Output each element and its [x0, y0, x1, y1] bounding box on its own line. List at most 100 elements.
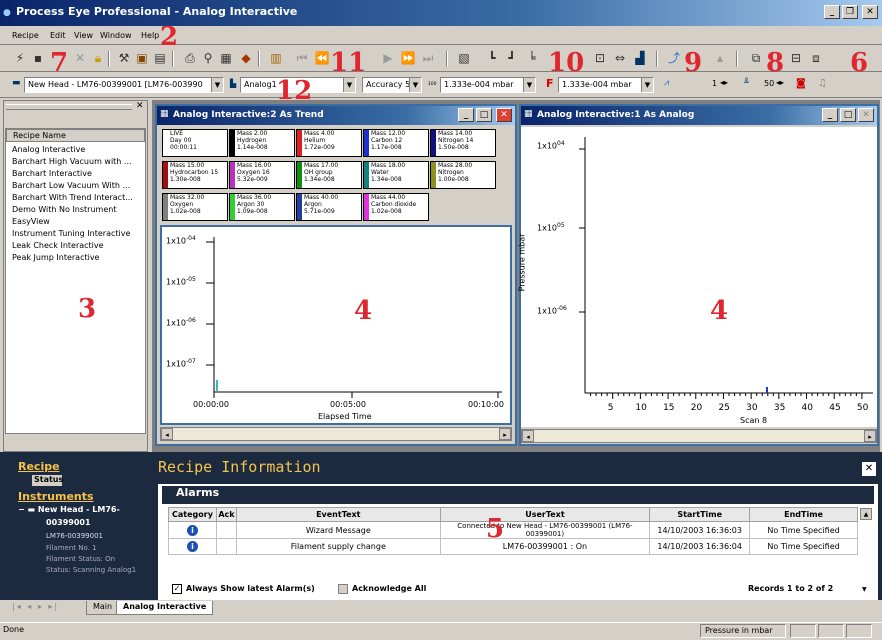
nav-head-item[interactable]: − ▬ New Head - LM76- — [18, 505, 120, 514]
pressure-select-2[interactable]: 1.333e-004 mbar ▼ — [558, 77, 654, 93]
recipe-item[interactable]: Barchart Interactive — [12, 169, 92, 178]
arrange-icon[interactable]: ⧈ — [808, 50, 824, 66]
tab-analog-interactive[interactable]: Analog Interactive — [116, 601, 214, 615]
col-eventtext[interactable]: EventText — [235, 507, 441, 522]
recipe-item[interactable]: Leak Check Interactive — [12, 241, 104, 250]
scroll-up-icon[interactable]: ▲ — [860, 508, 872, 520]
instrument-icon[interactable]: ▣ — [134, 50, 150, 66]
legend-box[interactable]: Mass 28.00 Nitrogen 1.00e-008 — [430, 161, 496, 189]
save-icon[interactable]: ▪ — [30, 50, 46, 66]
cascade-icon[interactable]: ⧉ — [748, 50, 764, 66]
legend-box[interactable]: Mass 16.00 Oxygen 16 5.32e-009 — [229, 161, 295, 189]
alert-icon[interactable]: ◙ — [796, 78, 806, 89]
diamond-icon[interactable]: ◆ — [238, 50, 254, 66]
analog-minimize-button[interactable]: _ — [822, 108, 838, 122]
notes-icon[interactable]: ▥ — [268, 50, 284, 66]
report-icon[interactable]: ▦ — [218, 50, 234, 66]
col-endtime[interactable]: EndTime — [749, 507, 858, 522]
menu-edit[interactable]: Edit — [50, 31, 66, 40]
nav-recipe-link[interactable]: Recipe — [18, 460, 60, 473]
scale-icon[interactable]: ⊡ — [592, 50, 608, 66]
close-button[interactable]: ✕ — [862, 5, 878, 19]
bar-axis-icon[interactable]: ╘ — [524, 50, 540, 66]
col-category[interactable]: Category — [168, 507, 217, 522]
nav-instruments-link[interactable]: Instruments — [18, 490, 94, 503]
axis-icon[interactable]: ┗ — [484, 50, 500, 66]
trend-hscrollbar[interactable] — [160, 427, 512, 441]
properties-icon[interactable]: ▤ — [152, 50, 168, 66]
recipe-item[interactable]: Analog Interactive — [12, 145, 85, 154]
pane-close-icon[interactable]: ✕ — [136, 101, 144, 111]
recipe-item[interactable]: Instrument Tuning Interactive — [12, 229, 130, 238]
spinner-2[interactable]: ◂▸ — [776, 78, 784, 87]
recipe-item[interactable]: Barchart With Trend Interact... — [12, 193, 133, 202]
head-select[interactable]: New Head - LM76-00399001 [LM76-003990 ▼ — [24, 77, 224, 93]
legend-box[interactable]: Mass 18.00 Water 1.34e-008 — [363, 161, 429, 189]
tile-icon[interactable]: ⊟ — [788, 50, 804, 66]
wand-icon[interactable]: ⚡ — [12, 50, 28, 66]
legend-box[interactable]: Mass 40.00 Argon 5.71e-009 — [296, 193, 362, 221]
trend-maximize-button[interactable]: □ — [476, 108, 492, 122]
menu-view[interactable]: View — [74, 31, 93, 40]
mark-icon[interactable]: ▴ — [712, 50, 728, 66]
col-starttime[interactable]: StartTime — [649, 507, 751, 522]
last-icon[interactable]: ⏭ — [420, 50, 436, 66]
find-icon[interactable]: ⚲ — [200, 50, 216, 66]
recipe-item[interactable]: EasyView — [12, 217, 50, 226]
legend-box[interactable]: Mass 17.00 OH group 1.34e-008 — [296, 161, 362, 189]
tab-nav-arrows[interactable]: |◂ ◂ ▸ ▸| — [12, 602, 84, 616]
pane-grip[interactable] — [6, 104, 132, 110]
baseline-icon[interactable]: ╨ — [744, 78, 749, 87]
layout-icon[interactable]: ▧ — [456, 50, 472, 66]
sound-icon[interactable]: ♫ — [818, 78, 827, 89]
recipe-item[interactable]: Demo With No Instrument — [12, 205, 116, 214]
recipe-name-header[interactable]: Recipe Name — [6, 129, 145, 142]
play-icon[interactable]: ▶ — [380, 50, 396, 66]
table-row[interactable]: i Filament supply change LM76-00399001 :… — [168, 538, 858, 555]
analog-maximize-button[interactable]: □ — [840, 108, 856, 122]
print-icon[interactable]: ⎙ — [182, 50, 198, 66]
analog-close-button[interactable]: ✕ — [858, 108, 874, 122]
legend-box[interactable]: LIVE Day 00 00:00:11 — [162, 129, 228, 157]
legend-box[interactable]: Mass 2.00 Hydrogen 1.14e-008 — [229, 129, 295, 157]
trend-icon[interactable]: ⤴ — [666, 50, 682, 66]
recipe-item[interactable]: Peak Jump Interactive — [12, 253, 99, 262]
scroll-right-icon[interactable]: ▸ — [499, 428, 511, 440]
pressure-select-1[interactable]: 1.333e-004 mbar ▼ — [440, 77, 536, 93]
rewind-icon[interactable]: ⏪ — [314, 50, 330, 66]
zoom-fit-icon[interactable]: ⇔ — [612, 50, 628, 66]
axis-right-icon[interactable]: ┛ — [504, 50, 520, 66]
tools-icon[interactable]: ⚒ — [116, 50, 132, 66]
scroll-right-icon[interactable]: ▸ — [864, 430, 876, 442]
legend-box[interactable]: Mass 4.00 Helium 1.72e-009 — [296, 129, 362, 157]
analog-hscrollbar[interactable] — [521, 429, 877, 443]
ack-all-checkbox[interactable] — [338, 584, 348, 594]
forward-icon[interactable]: ⏩ — [400, 50, 416, 66]
minimize-button[interactable]: _ — [824, 5, 840, 19]
ack-cell[interactable] — [215, 521, 237, 539]
col-ack[interactable]: Ack — [215, 507, 237, 522]
menu-help[interactable]: Help — [141, 31, 159, 40]
tab-main[interactable]: Main — [86, 601, 120, 615]
info-close-button[interactable]: ✕ — [862, 462, 876, 476]
spinner-1[interactable]: ◂▸ — [720, 78, 728, 87]
first-icon[interactable]: ⏮ — [294, 50, 310, 66]
ack-cell[interactable] — [215, 538, 237, 555]
chart-icon[interactable]: ▟ — [632, 50, 648, 66]
col-usertext[interactable]: UserText — [439, 507, 651, 522]
legend-box[interactable]: Mass 14.00 Nitrogen 14 1.50e-008 — [430, 129, 496, 157]
always-show-checkbox[interactable]: ✓ — [172, 584, 182, 594]
legend-box[interactable]: Mass 15.00 Hydrocarbon 15 1.30e-008 — [162, 161, 228, 189]
legend-box[interactable]: Mass 44.00 Carbon dioxide 1.02e-008 — [363, 193, 429, 221]
scroll-left-icon[interactable]: ◂ — [522, 430, 534, 442]
accuracy-select[interactable]: Accuracy 5 ▼ — [362, 77, 422, 93]
nav-status-link[interactable]: Status — [32, 475, 63, 486]
scroll-down-icon[interactable]: ▼ — [862, 586, 867, 593]
legend-box[interactable]: Mass 36.00 Argon 30 1.09e-008 — [229, 193, 295, 221]
trend-close-button[interactable]: ✕ — [496, 108, 512, 122]
legend-box[interactable]: Mass 12.00 Carbon 12 1.17e-008 — [363, 129, 429, 157]
legend-box[interactable]: Mass 32.00 Oxygen 1.02e-008 — [162, 193, 228, 221]
scroll-left-icon[interactable]: ◂ — [161, 428, 173, 440]
recipe-item[interactable]: Barchart High Vacuum with ... — [12, 157, 132, 166]
trend-minimize-button[interactable]: _ — [458, 108, 474, 122]
